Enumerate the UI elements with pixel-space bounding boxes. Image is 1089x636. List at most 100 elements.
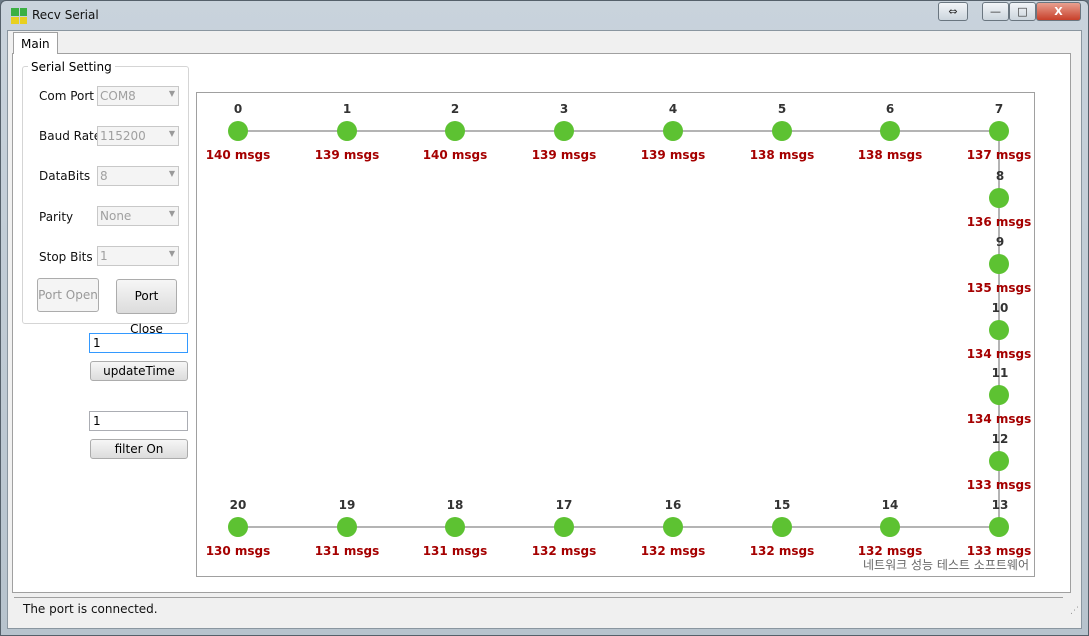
- node-count-label: 131 msgs: [315, 544, 380, 558]
- chevron-down-icon: ▼: [168, 249, 175, 258]
- node-count-label: 134 msgs: [967, 412, 1032, 426]
- stop-bits-value: 1: [100, 249, 108, 263]
- node-count-label: 138 msgs: [750, 148, 815, 162]
- chevron-down-icon: ▼: [168, 89, 175, 98]
- port-close-button[interactable]: Port Close: [116, 279, 177, 336]
- node-count-label: 136 msgs: [967, 215, 1032, 229]
- node-circle: [989, 385, 1009, 405]
- node-id-label: 14: [882, 498, 899, 512]
- resize-grip-icon[interactable]: ⋰: [1070, 606, 1079, 616]
- node-id-label: 6: [886, 102, 894, 116]
- node-count-label: 140 msgs: [423, 148, 488, 162]
- node-id-label: 20: [230, 498, 247, 512]
- node-circle: [772, 121, 792, 141]
- node-count-label: 131 msgs: [423, 544, 488, 558]
- node-count-label: 139 msgs: [641, 148, 706, 162]
- chevron-down-icon: ▼: [168, 209, 175, 218]
- node-circle: [989, 451, 1009, 471]
- app-icon: [11, 8, 27, 24]
- node-circle: [337, 517, 357, 537]
- node-circle: [445, 121, 465, 141]
- baud-rate-label: Baud Rate: [39, 129, 102, 143]
- node-id-label: 11: [992, 366, 1009, 380]
- node-id-label: 1: [343, 102, 351, 116]
- filter-input[interactable]: 1: [89, 411, 188, 431]
- node-count-label: 140 msgs: [206, 148, 271, 162]
- node-id-label: 18: [447, 498, 464, 512]
- node-id-label: 19: [339, 498, 356, 512]
- node-count-label: 139 msgs: [315, 148, 380, 162]
- resize-icon[interactable]: ⇔: [938, 2, 968, 21]
- node-count-label: 133 msgs: [967, 478, 1032, 492]
- node-circle: [989, 188, 1009, 208]
- node-count-label: 130 msgs: [206, 544, 271, 558]
- maximize-button[interactable]: □: [1009, 2, 1036, 21]
- databits-label: DataBits: [39, 169, 91, 183]
- node-id-label: 10: [992, 301, 1009, 315]
- tab-main[interactable]: Main: [13, 32, 58, 54]
- parity-value: None: [100, 209, 132, 223]
- node-count-label: 134 msgs: [967, 347, 1032, 361]
- node-id-label: 7: [995, 102, 1003, 116]
- node-id-label: 8: [996, 169, 1004, 183]
- node-circle: [772, 517, 792, 537]
- node-circle: [989, 320, 1009, 340]
- node-id-label: 12: [992, 432, 1009, 446]
- node-circle: [663, 517, 683, 537]
- update-time-input[interactable]: 1: [89, 333, 188, 353]
- stop-bits-select[interactable]: 1 ▼: [97, 246, 179, 266]
- status-bar: The port is connected.: [14, 597, 1063, 622]
- node-count-label: 135 msgs: [967, 281, 1032, 295]
- chevron-down-icon: ▼: [168, 129, 175, 138]
- node-circle: [337, 121, 357, 141]
- parity-label: Parity: [39, 210, 74, 224]
- node-count-label: 137 msgs: [967, 148, 1032, 162]
- node-circle: [989, 254, 1009, 274]
- serial-setting-title: Serial Setting: [28, 60, 115, 74]
- node-id-label: 9: [996, 235, 1004, 249]
- node-circle: [880, 517, 900, 537]
- node-count-label: 132 msgs: [641, 544, 706, 558]
- update-time-button[interactable]: updateTime: [90, 361, 188, 381]
- node-count-label: 139 msgs: [532, 148, 597, 162]
- databits-select[interactable]: 8 ▼: [97, 166, 179, 186]
- stop-bits-label: Stop Bits: [39, 250, 93, 264]
- watermark-text: 네트워크 성능 테스트 소프트웨어: [862, 558, 1029, 572]
- node-circle: [228, 121, 248, 141]
- node-id-label: 15: [774, 498, 791, 512]
- node-id-label: 16: [665, 498, 682, 512]
- node-circle: [880, 121, 900, 141]
- node-circle: [445, 517, 465, 537]
- node-id-label: 17: [556, 498, 573, 512]
- status-text: The port is connected.: [23, 602, 158, 616]
- databits-value: 8: [100, 169, 108, 183]
- node-id-label: 4: [669, 102, 677, 116]
- node-id-label: 13: [992, 498, 1009, 512]
- com-port-value: COM8: [100, 89, 136, 103]
- node-count-label: 132 msgs: [532, 544, 597, 558]
- minimize-button[interactable]: —: [982, 2, 1009, 21]
- window-title: Recv Serial: [32, 8, 99, 22]
- node-id-label: 0: [234, 102, 242, 116]
- node-id-label: 5: [778, 102, 786, 116]
- node-id-label: 2: [451, 102, 459, 116]
- baud-rate-select[interactable]: 115200 ▼: [97, 126, 179, 146]
- network-canvas: 0 140 msgs 1 139 msgs 2 140 msgs 3 139 msgs 4 139…: [196, 92, 1035, 577]
- chevron-down-icon: ▼: [168, 169, 175, 178]
- node-count-label: 138 msgs: [858, 148, 923, 162]
- close-button[interactable]: X: [1036, 2, 1081, 21]
- node-circle: [228, 517, 248, 537]
- port-open-button[interactable]: Port Open: [37, 278, 99, 312]
- node-circle: [554, 517, 574, 537]
- node-count-label: 132 msgs: [750, 544, 815, 558]
- node-id-label: 3: [560, 102, 568, 116]
- network-graph: 0140 msgs1139 msgs2140 msgs3139 msgs4139…: [206, 102, 1032, 558]
- node-circle: [989, 121, 1009, 141]
- filter-on-button[interactable]: filter On: [90, 439, 188, 459]
- com-port-select[interactable]: COM8 ▼: [97, 86, 179, 106]
- node-circle: [989, 517, 1009, 537]
- baud-rate-value: 115200: [100, 129, 146, 143]
- node-circle: [554, 121, 574, 141]
- parity-select[interactable]: None ▼: [97, 206, 179, 226]
- node-circle: [663, 121, 683, 141]
